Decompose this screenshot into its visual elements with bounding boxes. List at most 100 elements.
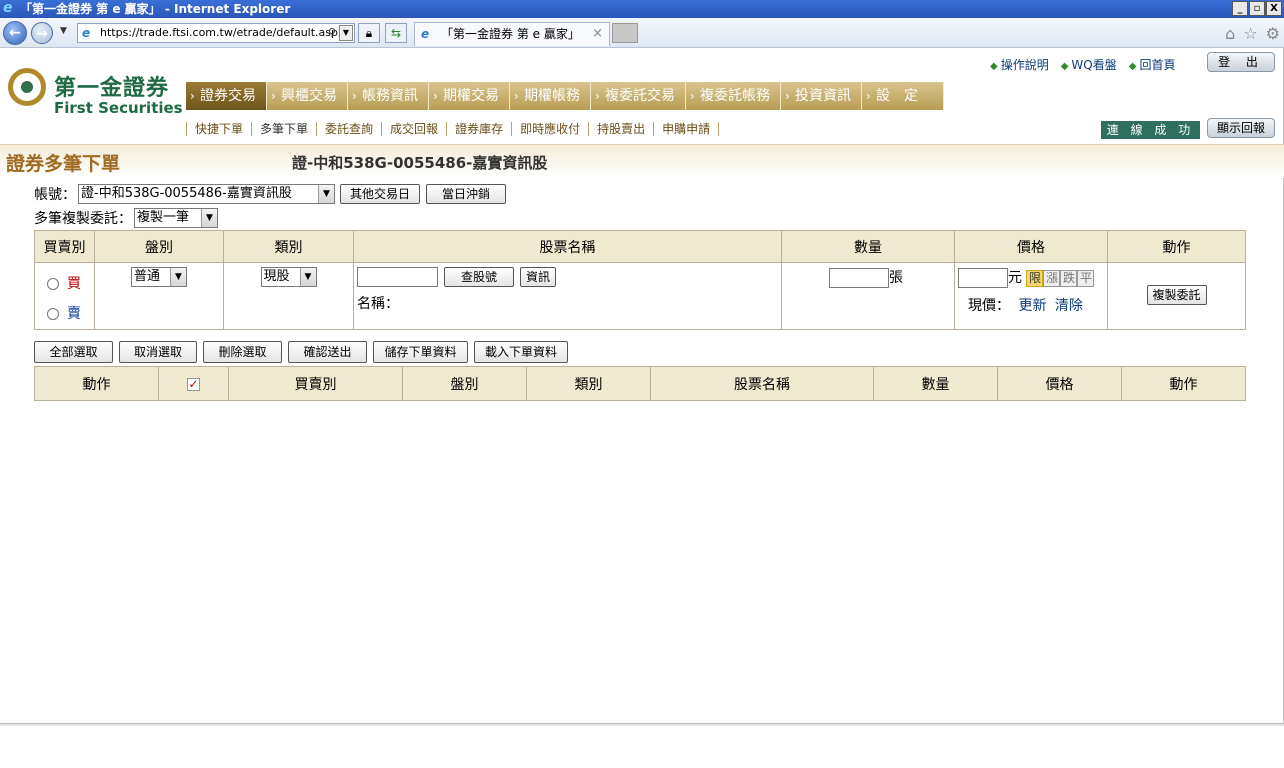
- col-price: 價格: [954, 230, 1108, 263]
- current-price-label: 現價：: [968, 298, 1010, 314]
- refresh-price-link[interactable]: 更新: [1018, 298, 1046, 314]
- menu-investment-info[interactable]: 投資資訊: [781, 82, 862, 110]
- buy-option[interactable]: 買: [47, 269, 94, 299]
- action-cell: 複製委託: [1107, 262, 1246, 330]
- menu-settings[interactable]: 設 定: [862, 82, 944, 110]
- price-cell: 元 限漲跌平 現價： 更新 清除: [954, 262, 1108, 330]
- save-orders-button[interactable]: 儲存下單資料: [373, 341, 468, 363]
- main-menu: 證券交易 興櫃交易 帳務資訊 期權交易 期權帳務 複委託交易 複委託帳務 投資資…: [186, 82, 944, 110]
- session-select[interactable]: 普通 ▼: [131, 267, 187, 287]
- favorites-star-icon[interactable]: ☆: [1243, 24, 1257, 43]
- minimize-button[interactable]: _: [1232, 1, 1248, 16]
- stock-code-input[interactable]: [357, 267, 438, 287]
- col-quantity: 數量: [781, 230, 955, 263]
- session-cell: 普通 ▼: [94, 262, 224, 330]
- top-links: ◆ 操作說明 ◆ WQ看盤 ◆ 回首頁: [990, 56, 1175, 73]
- col-stock-name: 股票名稱: [353, 230, 782, 263]
- history-dropdown-icon[interactable]: ▼: [60, 26, 67, 36]
- account-row: 帳號： 證-中和538G-0055486-嘉實資訊股 ▼ 其他交易日 當日沖銷: [34, 184, 506, 204]
- limit-up-button[interactable]: 漲: [1043, 269, 1061, 287]
- address-dropdown-icon[interactable]: ▼: [339, 25, 353, 41]
- help-link[interactable]: ◆ 操作說明: [990, 56, 1049, 73]
- brand-name-en: First Securities: [54, 99, 183, 117]
- buy-sell-cell: 買 賣: [34, 262, 95, 330]
- type-select[interactable]: 現股 ▼: [260, 267, 317, 287]
- title-band: [0, 144, 1284, 178]
- back-button[interactable]: ←: [3, 21, 27, 45]
- stock-name-cell: 查股號 資訊 名稱：: [353, 262, 782, 330]
- show-report-button[interactable]: 顯示回報: [1207, 118, 1275, 138]
- copy-order-button[interactable]: 複製委託: [1146, 285, 1207, 305]
- account-select[interactable]: 證-中和538G-0055486-嘉實資訊股 ▼: [78, 184, 335, 204]
- browser-toolbar-icons: ⌂ ☆ ⚙: [1225, 24, 1280, 43]
- copy-label: 多筆複製委託：: [34, 211, 132, 227]
- clear-price-link[interactable]: 清除: [1055, 298, 1083, 314]
- submenu-settlement[interactable]: 即時應收付: [512, 122, 590, 136]
- window-title: 「第一金證券 第 e 贏家」 - Internet Explorer: [20, 2, 291, 16]
- lock-icon[interactable]: 🔒︎: [358, 23, 380, 43]
- price-unit: 元: [1008, 270, 1022, 286]
- submenu-subscription[interactable]: 申購申請: [654, 122, 720, 136]
- menu-futures-trading[interactable]: 期權交易: [429, 82, 510, 110]
- stock-name-label: 名稱：: [357, 296, 399, 312]
- col-type: 類別: [223, 230, 354, 263]
- logout-button[interactable]: 登 出: [1207, 52, 1275, 72]
- stock-info-button[interactable]: 資訊: [520, 267, 556, 287]
- brand-logo[interactable]: 第一金證券 First Securities: [8, 68, 183, 118]
- menu-securities-trading[interactable]: 證券交易: [186, 82, 267, 110]
- limit-down-button[interactable]: 跌: [1060, 269, 1078, 287]
- forward-button[interactable]: →: [31, 22, 53, 44]
- address-bar[interactable]: e https://trade.ftsi.com.tw/etrade/defau…: [77, 23, 355, 43]
- price-input[interactable]: [958, 268, 1008, 288]
- logo-mark-icon: [8, 68, 46, 106]
- menu-sub-brokerage-account[interactable]: 複委託帳務: [686, 82, 781, 110]
- flat-price-button[interactable]: 平: [1077, 269, 1095, 287]
- list-col-action: 動作: [34, 366, 159, 401]
- tools-gear-icon[interactable]: ⚙: [1266, 24, 1280, 43]
- refresh-icon[interactable]: ⇆: [385, 23, 407, 43]
- submenu-multi-order[interactable]: 多筆下單: [252, 122, 318, 136]
- order-entry-row: 買 賣 普通 ▼ 現股 ▼ 查股號 資訊 名稱： 張 元 限 漲 跌 平 現價：…: [34, 262, 1246, 330]
- deselect-button[interactable]: 取消選取: [119, 341, 197, 363]
- home-link[interactable]: ◆ 回首頁: [1129, 56, 1176, 73]
- delete-selected-button[interactable]: 刪除選取: [203, 341, 282, 363]
- other-trade-day-button[interactable]: 其他交易日: [340, 184, 420, 204]
- sell-option[interactable]: 賣: [47, 299, 94, 329]
- col-session: 盤別: [94, 230, 224, 263]
- connection-status: 連 線 成 功: [1101, 121, 1200, 139]
- close-button[interactable]: X: [1266, 1, 1282, 16]
- menu-emerging-trading[interactable]: 興櫃交易: [267, 82, 348, 110]
- copy-row: 多筆複製委託： 複製一筆 ▼: [34, 208, 218, 228]
- chevron-down-icon: ▼: [318, 185, 334, 203]
- search-icon[interactable]: ⚲: [328, 24, 336, 42]
- home-icon[interactable]: ⌂: [1225, 24, 1235, 43]
- sell-radio[interactable]: [47, 308, 59, 320]
- menu-futures-account[interactable]: 期權帳務: [510, 82, 591, 110]
- select-all-button[interactable]: 全部選取: [34, 341, 113, 363]
- lookup-stock-button[interactable]: 查股號: [444, 267, 514, 287]
- confirm-submit-button[interactable]: 確認送出: [288, 341, 367, 363]
- submenu-quick-order[interactable]: 快捷下單: [186, 122, 253, 136]
- menu-account-info[interactable]: 帳務資訊: [348, 82, 429, 110]
- day-trade-cancel-button[interactable]: 當日沖銷: [426, 184, 506, 204]
- page-icon: e: [82, 26, 91, 40]
- new-tab-button[interactable]: [612, 23, 638, 43]
- wq-link[interactable]: ◆ WQ看盤: [1061, 56, 1117, 73]
- submenu-order-query[interactable]: 委託查詢: [317, 122, 383, 136]
- submenu-sell-holdings[interactable]: 持股賣出: [589, 122, 655, 136]
- submenu-fill-report[interactable]: 成交回報: [382, 122, 448, 136]
- restore-button[interactable]: ▫: [1249, 1, 1265, 16]
- check-all-checkbox[interactable]: ✓: [187, 377, 200, 391]
- list-header-row: 動作 ✓ 買賣別 盤別 類別 股票名稱 數量 價格 動作: [34, 366, 1246, 401]
- limit-price-button[interactable]: 限: [1026, 269, 1044, 287]
- order-list-table: 動作 ✓ 買賣別 盤別 類別 股票名稱 數量 價格 動作: [34, 366, 1246, 401]
- copy-select[interactable]: 複製一筆 ▼: [134, 208, 218, 228]
- buy-radio[interactable]: [47, 278, 59, 290]
- submenu-inventory[interactable]: 證券庫存: [447, 122, 513, 136]
- menu-sub-brokerage-trading[interactable]: 複委託交易: [591, 82, 686, 110]
- quantity-input[interactable]: [829, 268, 889, 288]
- tab-close-icon[interactable]: ×: [592, 23, 603, 45]
- load-orders-button[interactable]: 載入下單資料: [474, 341, 568, 363]
- browser-tab[interactable]: e 「第一金證券 第 e 贏家」 ×: [414, 22, 610, 46]
- account-label: 帳號：: [34, 187, 76, 203]
